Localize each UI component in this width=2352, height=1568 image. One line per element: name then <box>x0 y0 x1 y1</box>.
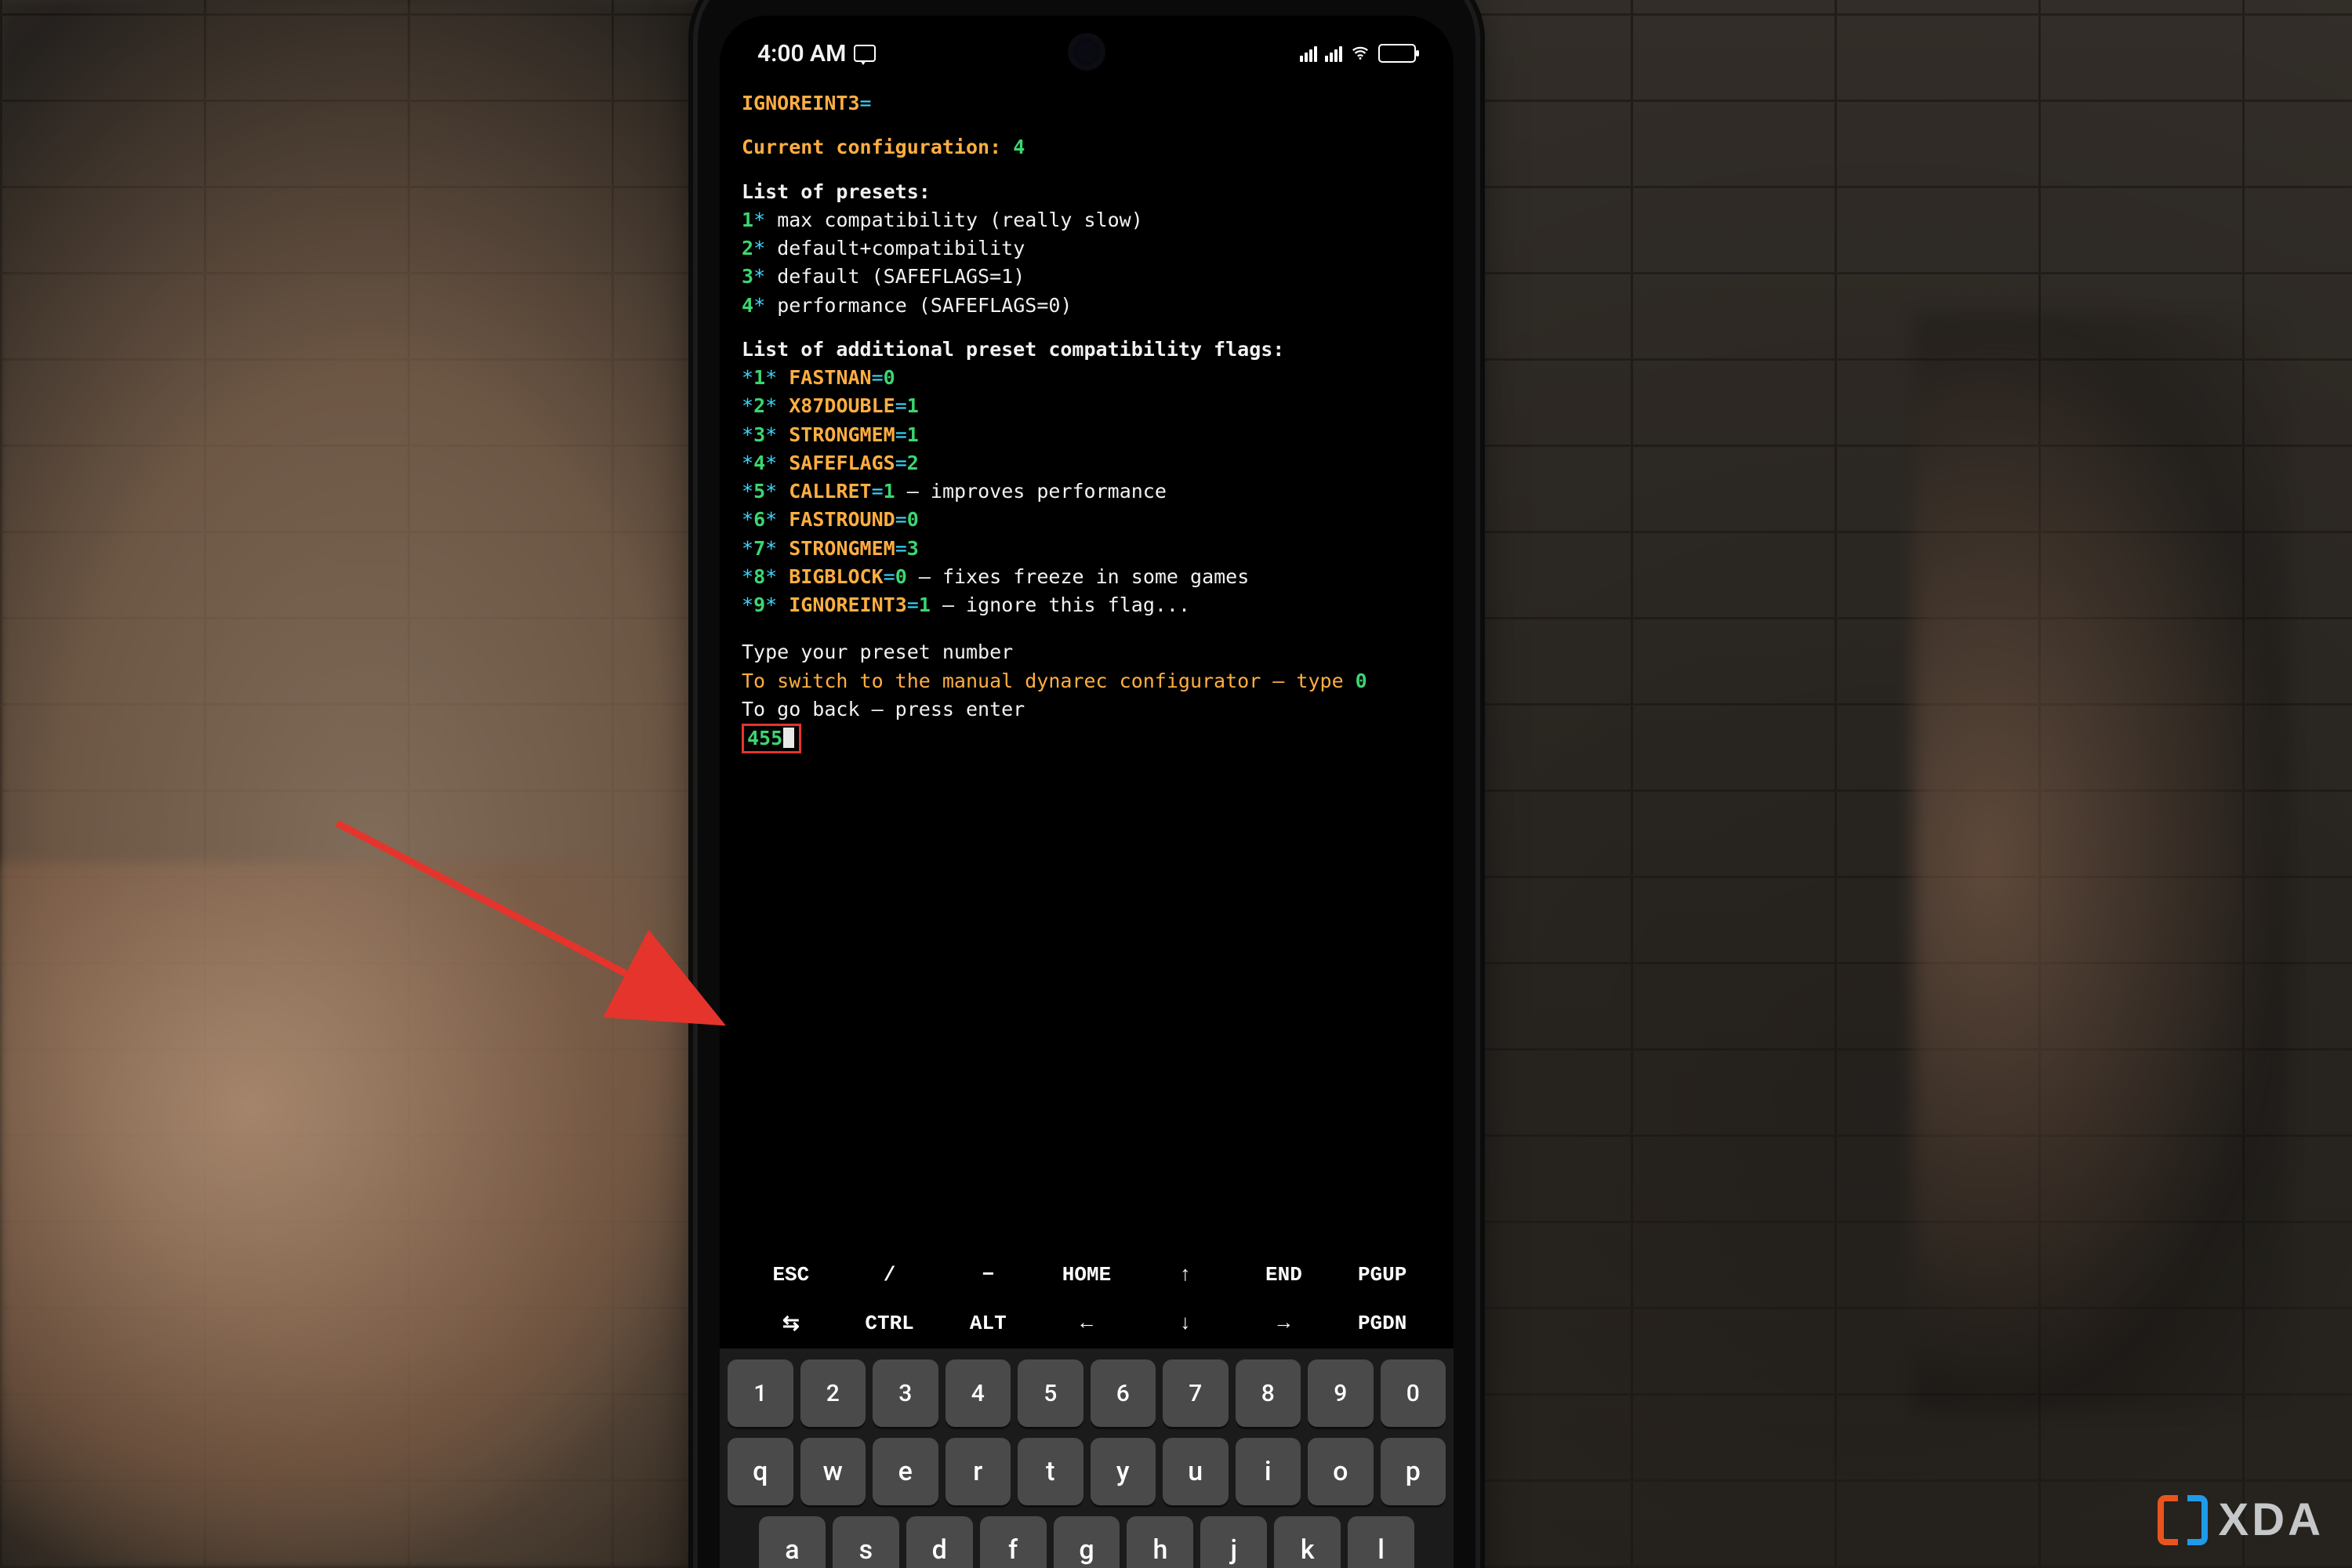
key-7[interactable]: 7 <box>1163 1359 1229 1427</box>
terminal-flag-line: *2* X87DOUBLE=1 <box>742 392 1432 420</box>
terminal-prompt-line: To switch to the manual dynarec configur… <box>742 667 1432 695</box>
hand-thumb <box>0 862 706 1568</box>
hand-right-side <box>1913 314 2289 1411</box>
key-o[interactable]: o <box>1308 1438 1374 1505</box>
key-p[interactable]: p <box>1381 1438 1446 1505</box>
key-4[interactable]: 4 <box>946 1359 1011 1427</box>
key-6[interactable]: 6 <box>1091 1359 1156 1427</box>
extra-key-alt[interactable]: ALT <box>938 1307 1037 1341</box>
key-0[interactable]: 0 <box>1381 1359 1446 1427</box>
key-k[interactable]: k <box>1274 1516 1341 1568</box>
extra-key-pgup[interactable]: PGUP <box>1333 1258 1432 1291</box>
cellular-signal-2-icon <box>1325 45 1342 62</box>
key-g[interactable]: g <box>1054 1516 1120 1568</box>
terminal-prompt-line: Type your preset number <box>742 638 1432 666</box>
terminal-flag-line: *8* BIGBLOCK=0 – fixes freeze in some ga… <box>742 563 1432 591</box>
key-j[interactable]: j <box>1200 1516 1267 1568</box>
key-2[interactable]: 2 <box>800 1359 866 1427</box>
phone-body: 4:00 AM IGNOREINT3= C <box>698 0 1475 1568</box>
terminal-preset-line: 1* max compatibility (really slow) <box>742 206 1432 234</box>
key-9[interactable]: 9 <box>1308 1359 1374 1427</box>
key-r[interactable]: r <box>946 1438 1011 1505</box>
key-l[interactable]: l <box>1348 1516 1414 1568</box>
key-u[interactable]: u <box>1163 1438 1229 1505</box>
extra-key-[interactable]: ↓ <box>1136 1307 1235 1341</box>
extra-key-[interactable]: ← <box>1037 1307 1136 1341</box>
terminal-preset-line: 3* default (SAFEFLAGS=1) <box>742 263 1432 291</box>
notification-chat-icon <box>854 45 876 62</box>
key-3[interactable]: 3 <box>873 1359 938 1427</box>
key-t[interactable]: t <box>1018 1438 1083 1505</box>
extra-key-pgdn[interactable]: PGDN <box>1333 1307 1432 1341</box>
terminal-extra-keys: ESC/−HOME↑ENDPGUP ⇆CTRLALT←↓→PGDN <box>720 1250 1454 1348</box>
extra-key-[interactable]: / <box>840 1258 939 1291</box>
key-1[interactable]: 1 <box>728 1359 793 1427</box>
terminal-typed-value: 455 <box>747 727 782 750</box>
key-q[interactable]: q <box>728 1438 793 1505</box>
punch-hole-camera <box>1073 38 1101 66</box>
terminal-prompt-line: To go back – press enter <box>742 695 1432 724</box>
extra-key-[interactable]: ↑ <box>1136 1258 1235 1291</box>
terminal-flag-line: *9* IGNOREINT3=1 – ignore this flag... <box>742 591 1432 619</box>
extra-key-end[interactable]: END <box>1235 1258 1334 1291</box>
extra-key-[interactable]: − <box>938 1258 1037 1291</box>
cellular-signal-1-icon <box>1300 45 1317 62</box>
extra-key-ctrl[interactable]: CTRL <box>840 1307 939 1341</box>
phone-screen: 4:00 AM IGNOREINT3= C <box>720 16 1454 1568</box>
key-8[interactable]: 8 <box>1236 1359 1301 1427</box>
extra-key-esc[interactable]: ESC <box>742 1258 840 1291</box>
terminal-flag-line: *7* STRONGMEM=3 <box>742 535 1432 563</box>
wifi-icon <box>1350 45 1370 62</box>
status-time: 4:00 AM <box>757 40 846 67</box>
key-s[interactable]: s <box>833 1516 899 1568</box>
key-5[interactable]: 5 <box>1018 1359 1083 1427</box>
extra-key-home[interactable]: HOME <box>1037 1258 1136 1291</box>
key-a[interactable]: a <box>759 1516 826 1568</box>
terminal-line: Current configuration: 4 <box>742 133 1432 162</box>
terminal-flag-line: *1* FASTNAN=0 <box>742 364 1432 392</box>
terminal-flag-line: *5* CALLRET=1 – improves performance <box>742 477 1432 506</box>
key-e[interactable]: e <box>873 1438 938 1505</box>
terminal-flags-header: List of additional preset compatibility … <box>742 336 1432 364</box>
soft-keyboard: 1234567890 qwertyuiop asdfghjkl zxcvbnm <box>720 1348 1454 1568</box>
watermark-text: XDA <box>2219 1494 2324 1546</box>
terminal-preset-line: 4* performance (SAFEFLAGS=0) <box>742 292 1432 320</box>
text-cursor <box>783 728 794 748</box>
xda-watermark: XDA <box>2158 1494 2324 1546</box>
key-d[interactable]: d <box>906 1516 973 1568</box>
terminal-presets-header: List of presets: <box>742 178 1432 206</box>
terminal-flag-line: *3* STRONGMEM=1 <box>742 421 1432 449</box>
key-f[interactable]: f <box>980 1516 1047 1568</box>
extra-key-[interactable]: ⇆ <box>742 1307 840 1341</box>
terminal-flag-line: *4* SAFEFLAGS=2 <box>742 449 1432 477</box>
extra-key-[interactable]: → <box>1235 1307 1334 1341</box>
xda-logo-icon <box>2158 1495 2208 1545</box>
terminal-input-line[interactable]: 455 <box>742 724 1432 753</box>
key-w[interactable]: w <box>800 1438 866 1505</box>
key-y[interactable]: y <box>1091 1438 1156 1505</box>
battery-icon <box>1378 44 1416 63</box>
terminal-flag-line: *6* FASTROUND=0 <box>742 506 1432 534</box>
terminal-preset-line: 2* default+compatibility <box>742 234 1432 263</box>
terminal-output[interactable]: IGNOREINT3= Current configuration: 4 Lis… <box>720 80 1454 1250</box>
key-h[interactable]: h <box>1127 1516 1193 1568</box>
terminal-line: IGNOREINT3= <box>742 89 1432 118</box>
key-i[interactable]: i <box>1236 1438 1301 1505</box>
